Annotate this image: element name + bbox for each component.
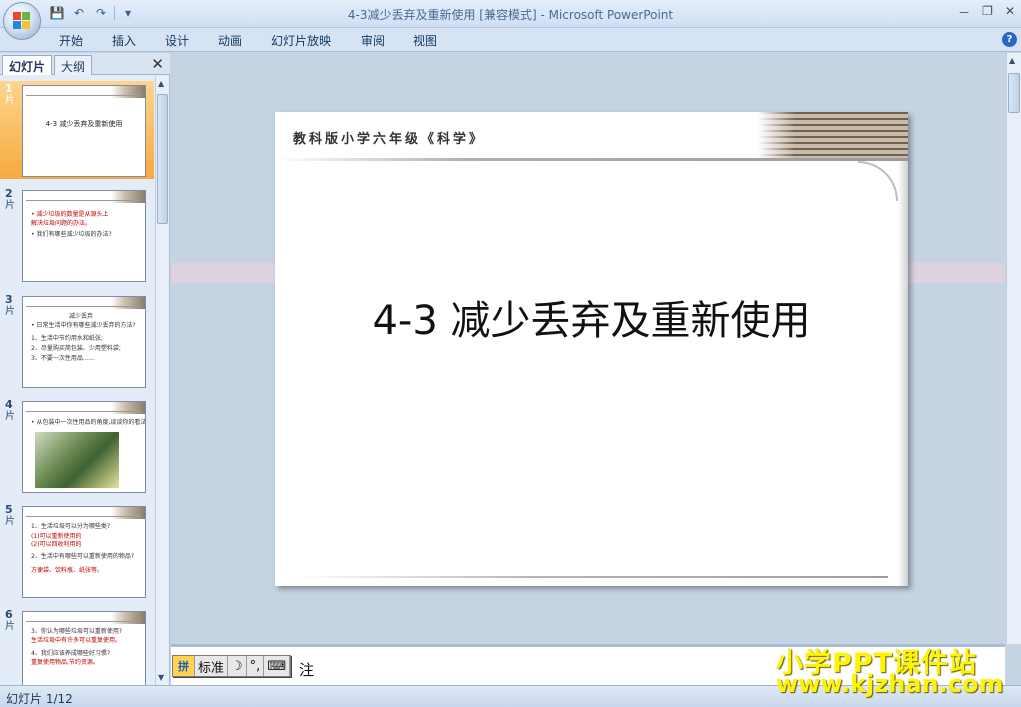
- thumbnail-line: • 日常生活中你有哪些减少丢弃的方法?: [31, 322, 136, 329]
- minimize-button[interactable]: －: [958, 4, 970, 21]
- close-button[interactable]: ✕: [1005, 4, 1015, 21]
- header-line: [26, 411, 142, 412]
- thumbnail-scrollbar[interactable]: ▲ ▼: [155, 76, 169, 685]
- punctuation-icon[interactable]: °,: [247, 656, 265, 676]
- thumbnail-list: 1片 4-3 减少丢弃及重新使用 2片 • 减少垃圾的数量是从源头上 解决垃圾问…: [0, 76, 154, 685]
- header-photo: [111, 86, 145, 98]
- slide-title[interactable]: 4-3 减少丢弃及重新使用: [275, 288, 908, 346]
- thumbnail-line: 方便袋、饮料瓶、纸张等。: [31, 567, 104, 574]
- scrollbar-thumb[interactable]: [1008, 73, 1020, 113]
- header-line: [26, 516, 142, 517]
- window-controls: － ❐ ✕: [958, 4, 1015, 21]
- slide-thumbnail-2[interactable]: 2片 • 减少垃圾的数量是从源头上 解决垃圾问题的办法。 • 我们有哪些减少垃圾…: [0, 186, 154, 284]
- slide-counter: 幻灯片 1/12: [6, 692, 73, 706]
- office-logo-icon: [13, 12, 31, 30]
- slide-thumbnail-4[interactable]: 4片 • 从包装中一次性用品的角度,谈谈你的看法。: [0, 397, 154, 495]
- thumbnail-line: • 我们有哪些减少垃圾的办法?: [31, 231, 112, 238]
- thumbnail-line: 解决垃圾问题的办法。: [31, 220, 92, 227]
- thumbnail-line: (2)可以回收利用的: [31, 541, 82, 548]
- slide-number: 5片: [5, 503, 15, 528]
- slide-number: 1片: [5, 82, 15, 107]
- ribbon-tab-bar: 开始 插入 设计 动画 幻灯片放映 审阅 视图 ?: [0, 28, 1021, 52]
- thumbnail-heading: 减少丢弃: [69, 313, 94, 320]
- footer-rule: [295, 576, 888, 578]
- current-slide[interactable]: 教科版小学六年级《科学》 4-3 减少丢弃及重新使用: [275, 112, 908, 586]
- tab-slides[interactable]: 幻灯片: [2, 55, 53, 75]
- thumbnail-line: 3、不要一次性用品……: [31, 355, 95, 362]
- tab-review[interactable]: 审阅: [361, 32, 385, 49]
- tab-animations[interactable]: 动画: [218, 32, 242, 49]
- header-photo: [111, 507, 145, 519]
- title-bar: 💾 ↶ ↷ ▾ 4-3减少丢弃及重新使用 [兼容模式] - Microsoft …: [0, 0, 1021, 28]
- header-photo: [111, 612, 145, 624]
- ime-logo-icon[interactable]: 拼: [173, 656, 195, 676]
- thumbnail-line: 2、尽量购买简包装、少用塑料袋;: [31, 345, 121, 352]
- header-line: [26, 200, 142, 201]
- slide-subject: 教科版小学六年级《科学》: [293, 132, 486, 147]
- help-icon[interactable]: ?: [1002, 32, 1017, 47]
- slides-panel: 幻灯片 大纲 ✕ 1片 4-3 减少丢弃及重新使用 2片 • 减少垃圾的数量是从…: [0, 53, 170, 685]
- office-button[interactable]: [3, 2, 41, 40]
- slide-thumbnail-3[interactable]: 3片 减少丢弃 • 日常生活中你有哪些减少丢弃的方法? 1、生活中节约用水和纸张…: [0, 292, 154, 390]
- header-photo: [758, 112, 908, 160]
- tab-design[interactable]: 设计: [165, 32, 189, 49]
- thumbnail-preview: • 减少垃圾的数量是从源头上 解决垃圾问题的办法。 • 我们有哪些减少垃圾的办法…: [22, 190, 146, 282]
- ime-toolbar: 拼 标准 ☽ °, ⌨: [172, 655, 292, 677]
- thumbnail-line: • 从包装中一次性用品的角度,谈谈你的看法。: [31, 419, 146, 426]
- thumbnail-line: 重复使用物品,节约资源。: [31, 659, 99, 666]
- slide-thumbnail-1[interactable]: 1片 4-3 减少丢弃及重新使用: [0, 81, 154, 179]
- thumbnail-title: 4-3 减少丢弃及重新使用: [45, 120, 123, 128]
- header-photo: [111, 191, 145, 203]
- thumbnail-photo: [35, 432, 119, 488]
- panel-tabs: 幻灯片 大纲 ✕: [0, 53, 170, 75]
- slide-number: 2片: [5, 187, 15, 212]
- thumbnail-line: • 减少垃圾的数量是从源头上: [31, 211, 109, 218]
- scroll-up-icon[interactable]: ▲: [158, 79, 164, 88]
- header-rule: [275, 158, 908, 161]
- slide-number: 6片: [5, 608, 15, 633]
- header-photo: [111, 402, 145, 414]
- thumbnail-line: 2、生活中有哪些可以重新使用的物品?: [31, 553, 135, 560]
- thumbnail-preview: • 从包装中一次性用品的角度,谈谈你的看法。: [22, 401, 146, 493]
- thumbnail-line: 1、生活垃圾可以分为哪些类?: [31, 523, 111, 530]
- thumbnail-preview: 减少丢弃 • 日常生活中你有哪些减少丢弃的方法? 1、生活中节约用水和纸张; 2…: [22, 296, 146, 388]
- slide-thumbnail-5[interactable]: 5片 1、生活垃圾可以分为哪些类? (1)可以重新使用的 (2)可以回收利用的 …: [0, 502, 154, 600]
- thumbnail-line: 4、我们应该养成哪些好习惯?: [31, 650, 111, 657]
- ime-mode-label[interactable]: 标准: [195, 656, 229, 676]
- tab-slideshow[interactable]: 幻灯片放映: [271, 32, 331, 49]
- watermark-url: www.kjzhan.com: [776, 670, 1004, 698]
- slide-number: 3片: [5, 293, 15, 318]
- thumbnail-preview: 4-3 减少丢弃及重新使用: [22, 85, 146, 177]
- thumbnail-preview: 1、生活垃圾可以分为哪些类? (1)可以重新使用的 (2)可以回收利用的 2、生…: [22, 506, 146, 598]
- moon-icon[interactable]: ☽: [228, 656, 247, 676]
- editor-scrollbar[interactable]: ▲: [1006, 53, 1021, 644]
- notes-text: 注: [299, 661, 315, 679]
- scrollbar-thumb[interactable]: [157, 94, 168, 224]
- close-panel-icon[interactable]: ✕: [151, 55, 164, 73]
- header-line: [26, 95, 142, 96]
- tab-insert[interactable]: 插入: [112, 32, 136, 49]
- slide-number: 4片: [5, 398, 15, 423]
- header-photo: [111, 297, 145, 309]
- tab-outline[interactable]: 大纲: [54, 55, 93, 75]
- thumbnail-line: 生活垃圾中有许多可以重复使用。: [31, 637, 122, 644]
- thumbnail-line: 3、你认为哪些垃圾可以重新使用?: [31, 628, 123, 635]
- thumbnail-line: 1、生活中节约用水和纸张;: [31, 335, 103, 342]
- slide-thumbnail-6[interactable]: 6片 3、你认为哪些垃圾可以重新使用? 生活垃圾中有许多可以重复使用。 4、我们…: [0, 607, 154, 685]
- decorative-side: [898, 161, 908, 586]
- thumbnail-preview: 3、你认为哪些垃圾可以重新使用? 生活垃圾中有许多可以重复使用。 4、我们应该养…: [22, 611, 146, 685]
- restore-button[interactable]: ❐: [982, 4, 993, 21]
- window-title: 4-3减少丢弃及重新使用 [兼容模式] - Microsoft PowerPoi…: [347, 8, 674, 22]
- scroll-up-icon[interactable]: ▲: [1009, 56, 1015, 65]
- keyboard-icon[interactable]: ⌨: [264, 656, 291, 676]
- tab-view[interactable]: 视图: [413, 32, 437, 49]
- header-line: [26, 306, 142, 307]
- header-line: [26, 621, 142, 622]
- decorative-curve: [858, 161, 898, 201]
- scroll-down-icon[interactable]: ▼: [158, 673, 164, 682]
- tab-home[interactable]: 开始: [59, 32, 83, 49]
